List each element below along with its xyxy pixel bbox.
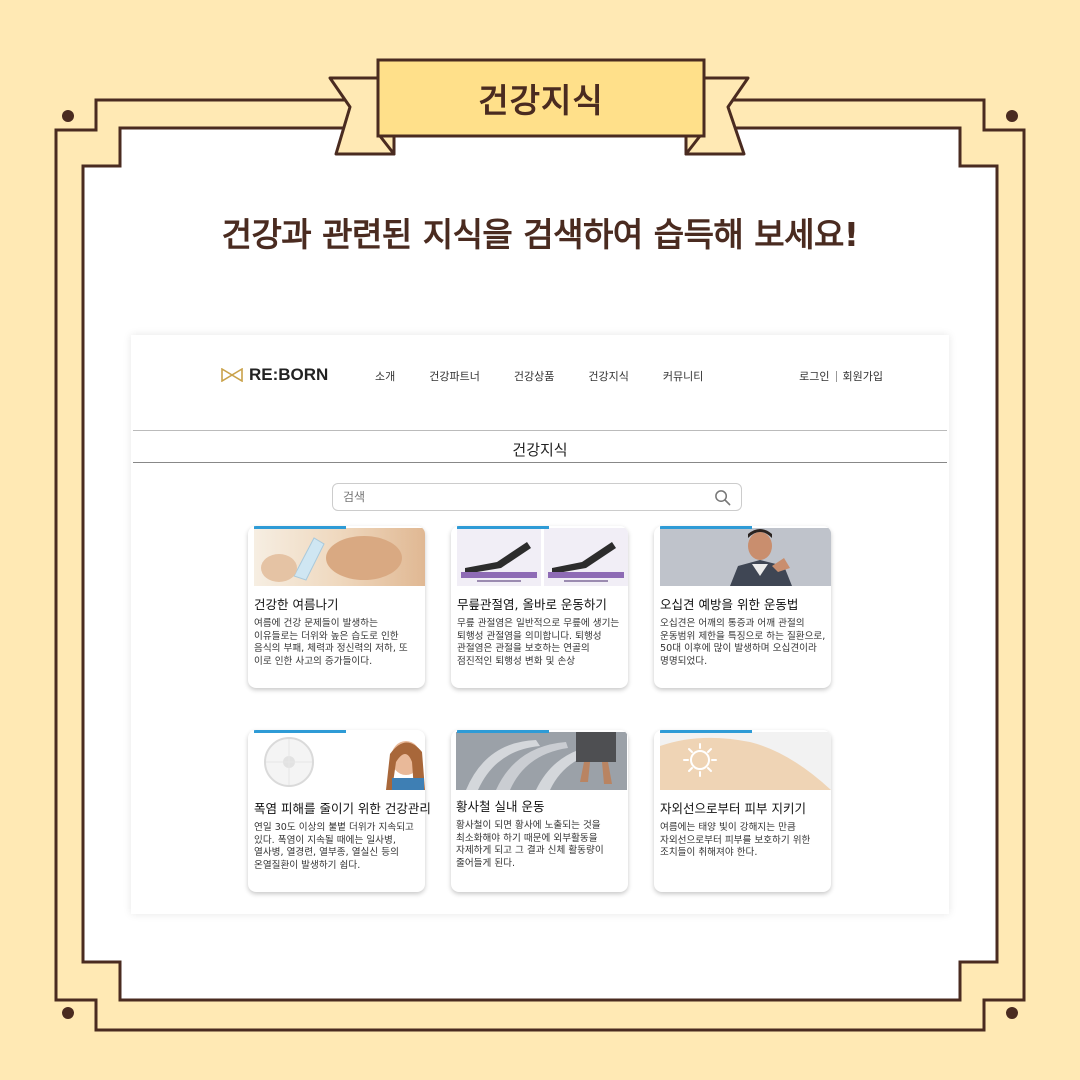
menu-item-health-partner[interactable]: 건강파트너 <box>429 368 480 384</box>
main-menu: 소개 건강파트너 건강상품 건강지식 커뮤니티 <box>375 368 703 384</box>
card-title: 황사철 실내 운동 <box>456 799 545 814</box>
card-summary: 황사철이 되면 황사에 노출되는 것을 최소화해야 하기 때문에 외부활동을 자… <box>456 820 604 869</box>
card-summary: 여름에 건강 문제들이 발생하는 이유들로는 더위와 높은 습도로 인한 음식의… <box>254 618 408 667</box>
site-header: RE:BORN 소개 건강파트너 건강상품 건강지식 커뮤니티 로그인 회원가입 <box>131 335 949 430</box>
bow-logo-icon <box>221 368 243 382</box>
corner-dot <box>1006 1007 1018 1019</box>
card-summary: 무릎 관절염은 일반적으로 무릎에 생기는 퇴행성 관절염을 의미합니다. 퇴행… <box>457 618 620 667</box>
menu-item-health-knowledge[interactable]: 건강지식 <box>588 368 628 384</box>
login-link[interactable]: 로그인 <box>799 368 829 384</box>
article-card[interactable]: 무릎관절염, 올바로 운동하기 무릎 관절염은 일반적으로 무릎에 생기는 퇴행… <box>451 526 628 688</box>
divider <box>133 430 947 431</box>
card-summary: 연일 30도 이상의 불볕 더위가 지속되고 있다. 폭염이 지속될 때에는 일… <box>254 822 414 871</box>
article-card[interactable]: 건강한 여름나기 여름에 건강 문제들이 발생하는 이유들로는 더위와 높은 습… <box>248 526 425 688</box>
card-image <box>254 528 425 586</box>
knee-exercise-image <box>457 528 628 586</box>
section-title: 건강지식 <box>512 441 568 459</box>
card-image <box>456 732 627 790</box>
article-card[interactable]: 오십견 예방을 위한 운동법 오십견은 어깨의 통증과 어깨 관절의 운동범위 … <box>654 526 831 688</box>
woman-drinking-water-image <box>254 528 425 586</box>
corner-dot <box>62 110 74 122</box>
card-title: 자외선으로부터 피부 지키기 <box>660 801 806 816</box>
card-accent-bar <box>457 730 549 733</box>
menu-item-health-products[interactable]: 건강상품 <box>514 368 554 384</box>
card-accent-bar <box>254 730 346 733</box>
search-input[interactable] <box>343 490 714 504</box>
auth-links: 로그인 회원가입 <box>799 368 883 384</box>
card-accent-bar <box>660 526 752 529</box>
signup-link[interactable]: 회원가입 <box>843 368 883 384</box>
card-summary: 여름에는 태양 빛이 강해지는 만큼 자외선으로부터 피부를 보호하기 위한 조… <box>660 822 811 859</box>
ribbon-title: 건강지식 <box>478 81 604 120</box>
corner-dot <box>1006 110 1018 122</box>
card-title: 오십견 예방을 위한 운동법 <box>660 597 799 612</box>
card-title: 무릎관절염, 올바로 운동하기 <box>457 597 607 612</box>
website-screenshot: RE:BORN 소개 건강파트너 건강상품 건강지식 커뮤니티 로그인 회원가입… <box>131 335 949 914</box>
divider <box>133 462 947 463</box>
auth-divider <box>835 370 837 382</box>
article-card[interactable]: 자외선으로부터 피부 지키기 여름에는 태양 빛이 강해지는 만큼 자외선으로부… <box>654 730 831 892</box>
article-card[interactable]: 연일 30도 이상의 불볕 더위가 지속되고 있다. 폭염이 지속될 때에는 일… <box>248 730 431 892</box>
card-accent-bar <box>660 730 752 733</box>
card-image <box>457 528 628 586</box>
card-accent-bar <box>254 526 346 529</box>
fan-and-girl-image <box>254 732 425 790</box>
card-image <box>254 732 425 790</box>
man-shoulder-pain-image <box>660 528 831 586</box>
menu-item-about[interactable]: 소개 <box>375 368 395 384</box>
sun-on-shoulder-image <box>660 732 831 790</box>
card-summary: 오십견은 어깨의 통증과 어깨 관절의 운동범위 제한을 특징으로 하는 질환으… <box>660 618 826 667</box>
card-title: 건강한 여름나기 <box>254 597 339 612</box>
search-bar <box>332 483 742 511</box>
article-card[interactable]: 황사철 실내 운동 황사철이 되면 황사에 노출되는 것을 최소화해야 하기 때… <box>451 730 628 892</box>
card-image <box>660 732 831 790</box>
menu-item-community[interactable]: 커뮤니티 <box>663 368 703 384</box>
logo-text: RE:BORN <box>249 365 329 384</box>
page-headline: 건강과 관련된 지식을 검색하여 습득해 보세요! <box>221 215 859 254</box>
site-logo[interactable]: RE:BORN <box>221 363 328 387</box>
corner-dot <box>62 1007 74 1019</box>
treadmill-runners-image <box>456 732 627 790</box>
search-icon[interactable] <box>714 489 731 506</box>
card-accent-bar <box>457 526 549 529</box>
card-image <box>660 528 831 586</box>
